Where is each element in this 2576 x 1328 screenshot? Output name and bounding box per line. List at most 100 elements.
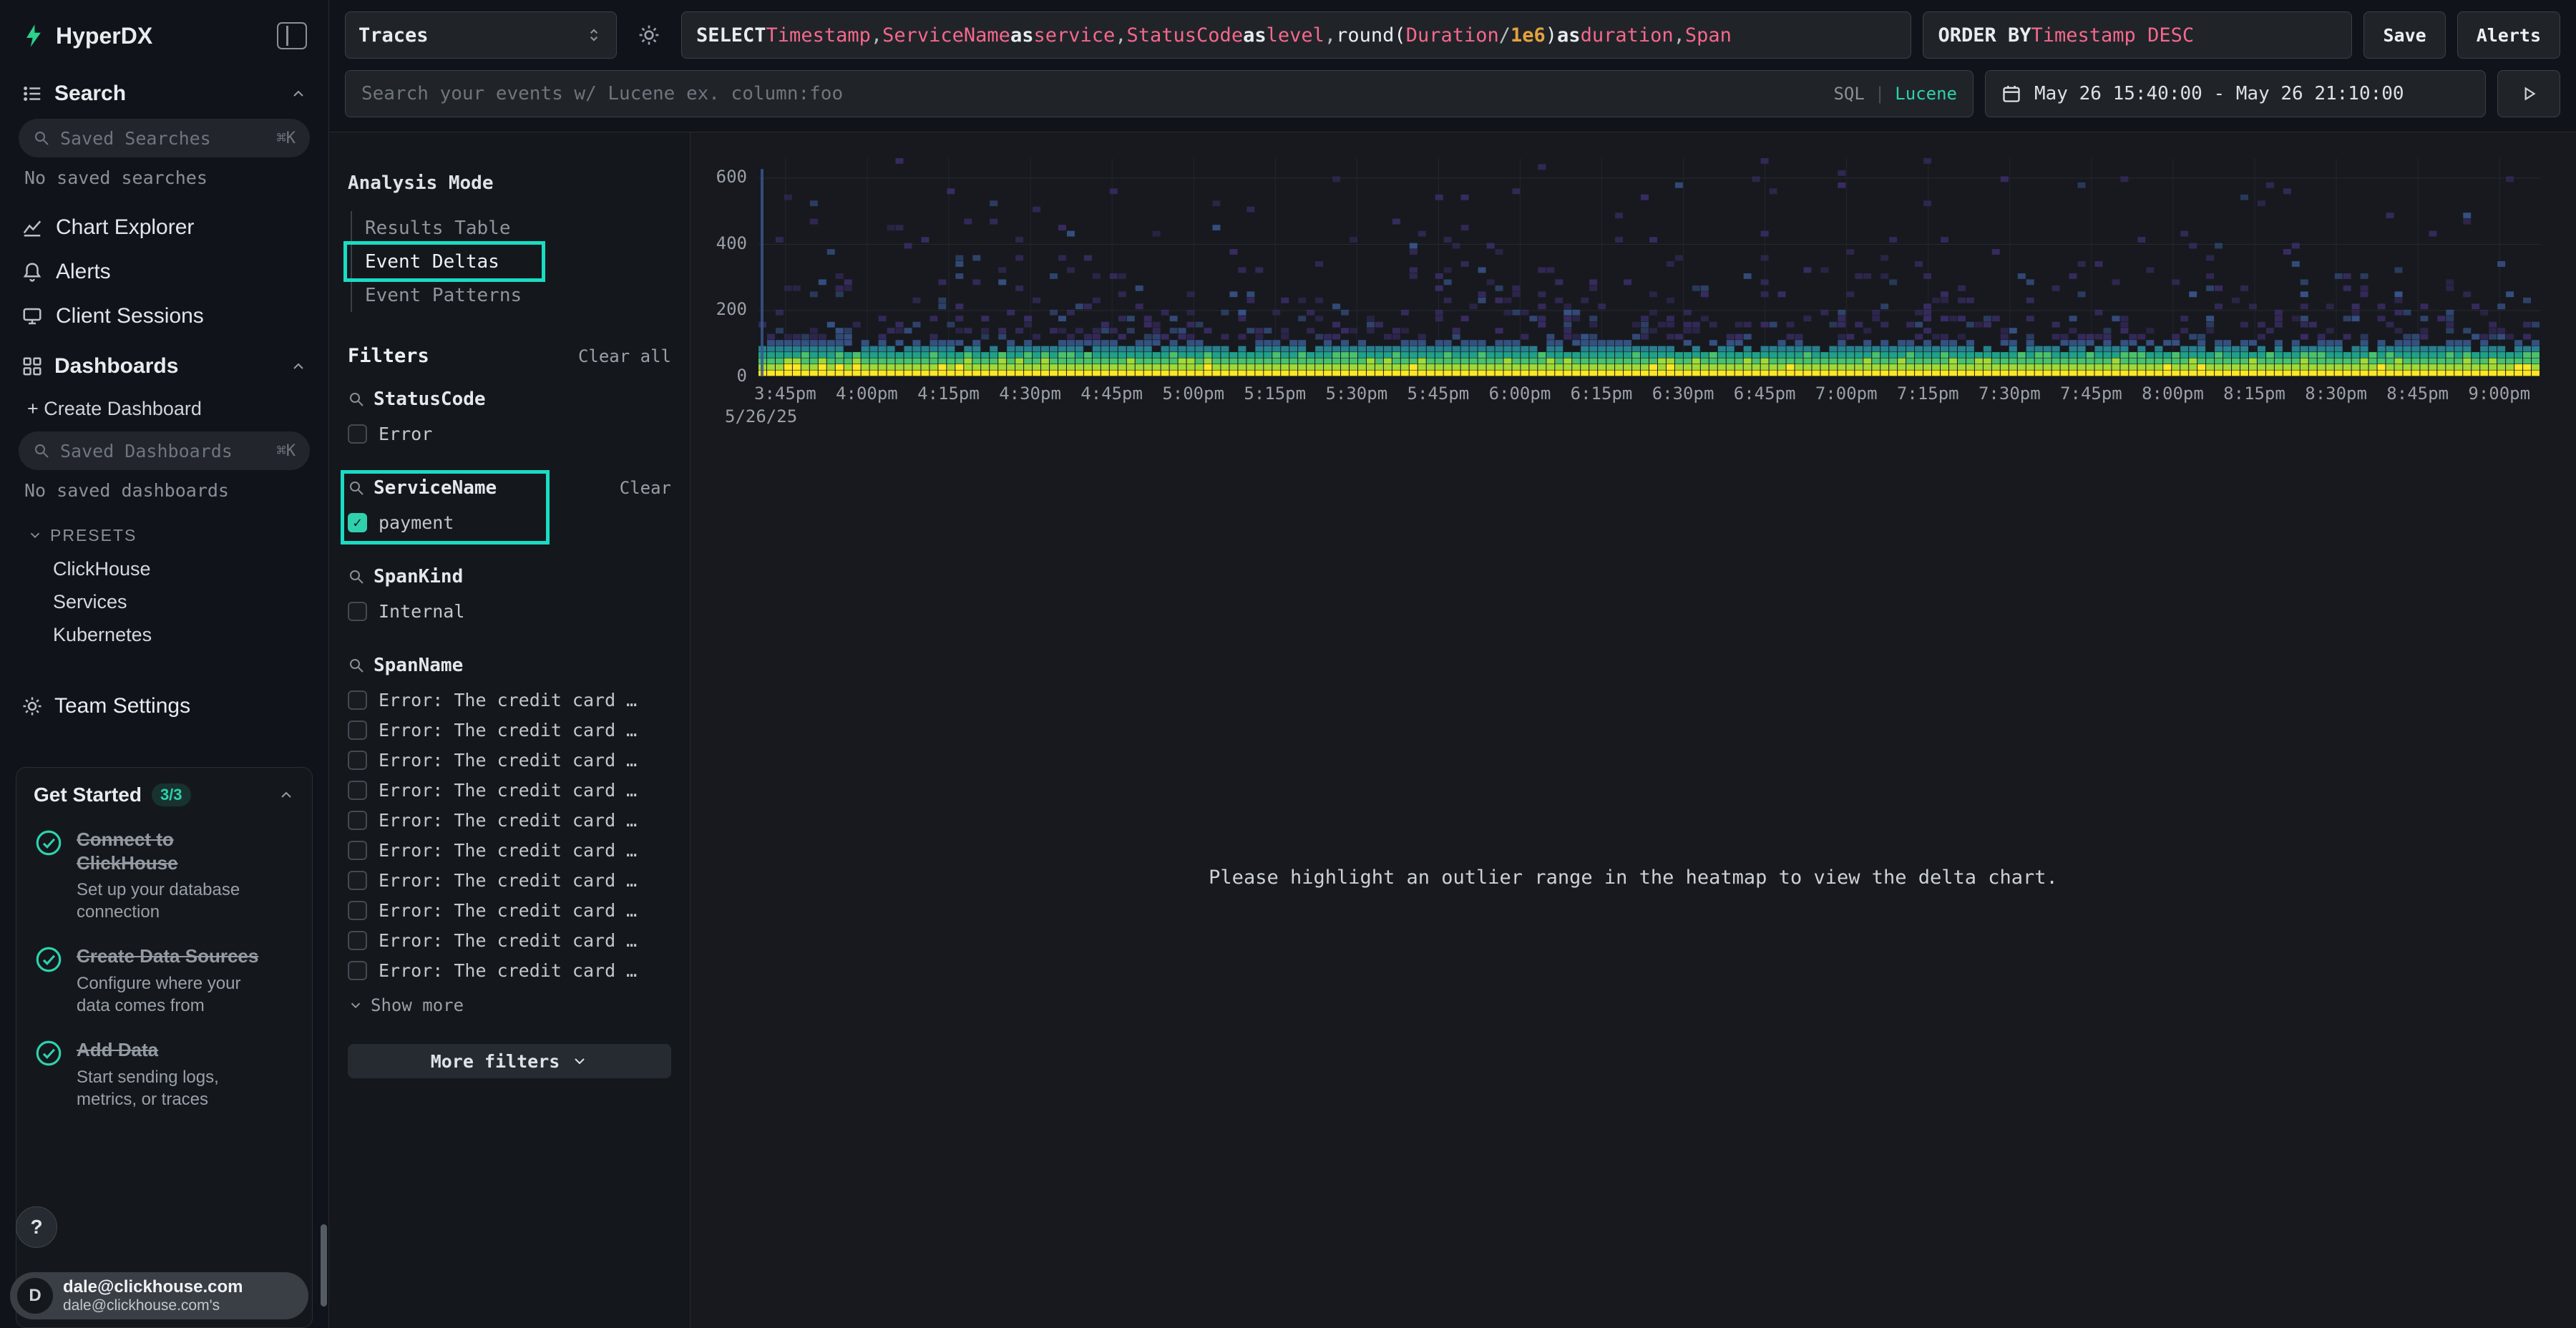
create-dashboard-label: + Create Dashboard	[27, 398, 202, 420]
sidebar-item-client-sessions[interactable]: Client Sessions	[13, 294, 316, 338]
get-started-step[interactable]: Connect to ClickHouse Set up your databa…	[34, 828, 295, 923]
filter-option[interactable]: Error	[348, 419, 671, 449]
team-settings-label: Team Settings	[54, 694, 190, 718]
check-circle-icon	[34, 944, 64, 975]
filter-option[interactable]: Error: The credit card …	[348, 835, 671, 865]
x-tick-label: 5:15pm	[1244, 384, 1306, 404]
checkbox[interactable]	[348, 781, 367, 800]
analysis-option-event-patterns[interactable]: Event Patterns	[352, 278, 671, 312]
filter-option-label: Error	[379, 424, 432, 444]
checkbox[interactable]	[348, 841, 367, 860]
y-tick-label: 200	[716, 299, 747, 319]
collapse-sidebar-icon[interactable]	[277, 22, 307, 49]
filter-group-header[interactable]: ServiceName Clear	[348, 477, 671, 499]
dashboard-grid-icon	[21, 356, 43, 377]
help-label: ?	[30, 1216, 42, 1239]
lucene-mode-toggle[interactable]: Lucene	[1895, 84, 1957, 104]
get-started-step[interactable]: Add Data Start sending logs, metrics, or…	[34, 1038, 295, 1110]
get-started-step[interactable]: Create Data Sources Configure where your…	[34, 944, 295, 1017]
search-icon	[348, 568, 365, 585]
checkbox[interactable]	[348, 871, 367, 890]
run-query-button[interactable]	[2497, 70, 2560, 117]
help-button[interactable]: ?	[16, 1206, 57, 1248]
checkbox[interactable]	[348, 690, 367, 710]
checkbox[interactable]	[348, 931, 367, 950]
source-select[interactable]: Traces	[345, 11, 617, 59]
query-token: duration	[1581, 24, 1674, 47]
sidebar-scrollbar-thumb[interactable]	[321, 1224, 327, 1307]
filter-group-header[interactable]: StatusCode	[348, 389, 671, 410]
query-token: ,	[871, 24, 882, 47]
app-logo[interactable]: HyperDX	[21, 23, 152, 49]
checkbox[interactable]	[348, 602, 367, 621]
checkbox[interactable]	[348, 901, 367, 920]
filter-option[interactable]: Error: The credit card …	[348, 745, 671, 775]
user-menu[interactable]: D dale@clickhouse.com dale@clickhouse.co…	[10, 1272, 308, 1319]
chevron-down-icon	[27, 527, 43, 543]
sidebar-section-dashboards[interactable]: Dashboards	[13, 344, 316, 389]
filter-option[interactable]: Error: The credit card …	[348, 955, 671, 985]
filter-option[interactable]: payment	[348, 507, 671, 537]
source-settings-button[interactable]	[628, 11, 670, 59]
heatmap-plot[interactable]	[758, 158, 2540, 376]
save-button[interactable]: Save	[2363, 11, 2445, 59]
alerts-button[interactable]: Alerts	[2457, 11, 2560, 59]
sidebar-item-alerts[interactable]: Alerts	[13, 250, 316, 294]
filter-panel: Analysis Mode Results TableEvent DeltasE…	[329, 132, 691, 1328]
filter-option[interactable]: Error: The credit card …	[348, 865, 671, 895]
filter-group-header[interactable]: SpanName	[348, 655, 671, 676]
filter-option-label: payment	[379, 512, 454, 533]
checkbox[interactable]	[348, 424, 367, 444]
preset-services[interactable]: Services	[13, 585, 316, 618]
analysis-option-results-table[interactable]: Results Table	[352, 211, 671, 245]
sidebar-item-label: Chart Explorer	[56, 215, 194, 240]
analysis-option-event-deltas[interactable]: Event Deltas	[352, 245, 671, 278]
order-by-input[interactable]: ORDER BY Timestamp DESC	[1923, 11, 2352, 59]
filter-option[interactable]: Error: The credit card …	[348, 805, 671, 835]
app-root: HyperDX Search Saved Searches ⌘K No save…	[0, 0, 2576, 1328]
sidebar-section-search[interactable]: Search	[13, 72, 316, 116]
heatmap-date-label: 5/26/25	[691, 406, 2540, 426]
checkbox-checked[interactable]	[348, 513, 367, 532]
filter-option[interactable]: Error: The credit card …	[348, 685, 671, 715]
create-dashboard-button[interactable]: + Create Dashboard	[13, 389, 316, 429]
chart-icon	[21, 217, 43, 238]
checkbox[interactable]	[348, 751, 367, 770]
step-desc: Start sending logs, metrics, or traces	[77, 1066, 270, 1110]
filter-option[interactable]: Internal	[348, 596, 671, 626]
preset-kubernetes[interactable]: Kubernetes	[13, 618, 316, 651]
saved-dashboards-input[interactable]: Saved Dashboards ⌘K	[19, 431, 310, 470]
gear-icon	[638, 24, 660, 47]
checkbox[interactable]	[348, 811, 367, 830]
query-token: as	[1243, 24, 1267, 47]
x-tick-label: 5:30pm	[1325, 384, 1387, 404]
show-more-button[interactable]: Show more	[348, 995, 671, 1015]
presets-toggle[interactable]: PRESETS	[13, 518, 316, 552]
sql-mode-toggle[interactable]: SQL	[1833, 84, 1864, 104]
saved-searches-input[interactable]: Saved Searches ⌘K	[19, 119, 310, 157]
filter-option-label: Error: The credit card …	[379, 720, 637, 741]
filter-group-statuscode: StatusCode Error	[348, 389, 671, 449]
presets-label: PRESETS	[50, 526, 137, 545]
query-token: ORDER BY	[1938, 24, 2031, 47]
filter-group-header[interactable]: SpanKind	[348, 566, 671, 587]
search-input[interactable]: Search your events w/ Lucene ex. column:…	[345, 70, 1974, 117]
filter-option[interactable]: Error: The credit card …	[348, 895, 671, 925]
filter-option[interactable]: Error: The credit card …	[348, 775, 671, 805]
clear-all-filters-button[interactable]: Clear all	[578, 346, 671, 366]
sidebar-item-team-settings[interactable]: Team Settings	[13, 684, 316, 728]
sql-select-input[interactable]: SELECT Timestamp, ServiceName as service…	[681, 11, 1911, 59]
preset-clickhouse[interactable]: ClickHouse	[13, 552, 316, 585]
date-range-picker[interactable]: May 26 15:40:00 - May 26 21:10:00	[1985, 70, 2486, 117]
query-token: round(	[1336, 24, 1406, 47]
more-filters-button[interactable]: More filters	[348, 1044, 671, 1078]
filter-option[interactable]: Error: The credit card …	[348, 925, 671, 955]
checkbox[interactable]	[348, 961, 367, 980]
checkbox[interactable]	[348, 721, 367, 740]
clear-filter-button[interactable]: Clear	[620, 478, 671, 498]
sidebar-item-chart-explorer[interactable]: Chart Explorer	[13, 205, 316, 250]
get-started-header[interactable]: Get Started 3/3	[34, 783, 295, 806]
filter-option[interactable]: Error: The credit card …	[348, 715, 671, 745]
filter-option-label: Error: The credit card …	[379, 810, 637, 831]
x-tick-label: 7:45pm	[2060, 384, 2122, 404]
